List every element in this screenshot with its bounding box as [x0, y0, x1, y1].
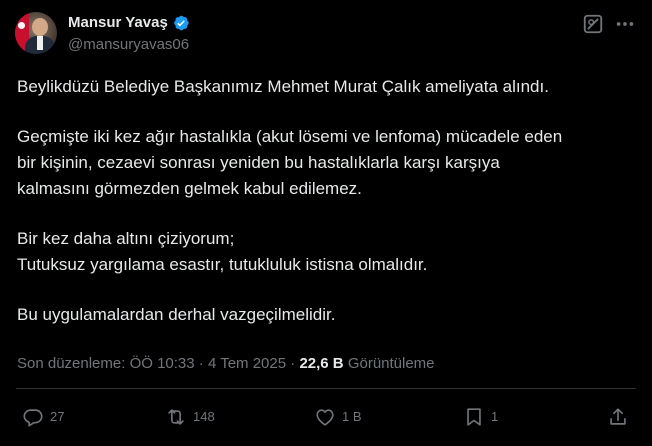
tweet-date[interactable]: 4 Tem 2025 — [208, 355, 286, 372]
bookmark-button[interactable]: 1 — [463, 406, 498, 428]
tweet-line: Tutuksuz yargılama esastır, tutukluluk i… — [17, 255, 428, 274]
bookmark-count: 1 — [491, 409, 499, 424]
edited-timestamp[interactable]: Son düzenleme: ÖÖ 10:33 — [17, 355, 195, 372]
divider — [16, 388, 636, 389]
meta-separator: · — [198, 355, 204, 372]
tweet-paragraph: Bu uygulamalardan derhal vazgeçilmelidir… — [17, 305, 336, 324]
tweet: Mansur Yavaş @mansuryavas06 Beylikdüzü B… — [0, 0, 652, 446]
share-icon — [607, 406, 629, 428]
grok-icon[interactable] — [582, 13, 604, 35]
more-icon[interactable] — [614, 14, 636, 34]
author-handle[interactable]: @mansuryavas06 — [68, 35, 189, 55]
tweet-line: bir kişinin, cezaevi sonrası yeniden bu … — [17, 153, 500, 172]
repost-icon — [165, 406, 187, 428]
tweet-line: Bir kez daha altını çiziyorum; — [17, 229, 235, 248]
bookmark-icon — [463, 406, 485, 428]
reply-button[interactable]: 27 — [22, 406, 64, 428]
repost-count: 148 — [193, 409, 215, 424]
repost-button[interactable]: 148 — [165, 406, 215, 428]
tweet-line: Geçmişte iki kez ağır hastalıkla (akut l… — [17, 127, 563, 146]
tweet-paragraph: Beylikdüzü Belediye Başkanımız Mehmet Mu… — [17, 77, 549, 96]
like-count: 1 B — [342, 409, 362, 424]
tweet-meta: Son düzenleme: ÖÖ 10:33 · 4 Tem 2025 · 2… — [17, 354, 435, 374]
share-button[interactable] — [607, 406, 629, 428]
tweet-line: kalmasını görmezden gelmek kabul edileme… — [17, 179, 362, 198]
verified-badge-icon[interactable] — [172, 14, 190, 32]
like-button[interactable]: 1 B — [314, 406, 362, 428]
meta-separator: · — [290, 355, 296, 372]
avatar[interactable] — [15, 12, 57, 54]
author-name-row: Mansur Yavaş — [68, 13, 190, 33]
tweet-body: Beylikdüzü Belediye Başkanımız Mehmet Mu… — [17, 74, 637, 328]
views-label: Görüntüleme — [347, 355, 435, 372]
reply-count: 27 — [50, 409, 65, 424]
views-count[interactable]: 22,6 B — [299, 355, 343, 372]
reply-icon — [22, 406, 44, 428]
author-display-name[interactable]: Mansur Yavaş — [68, 13, 168, 33]
heart-icon — [314, 406, 336, 428]
